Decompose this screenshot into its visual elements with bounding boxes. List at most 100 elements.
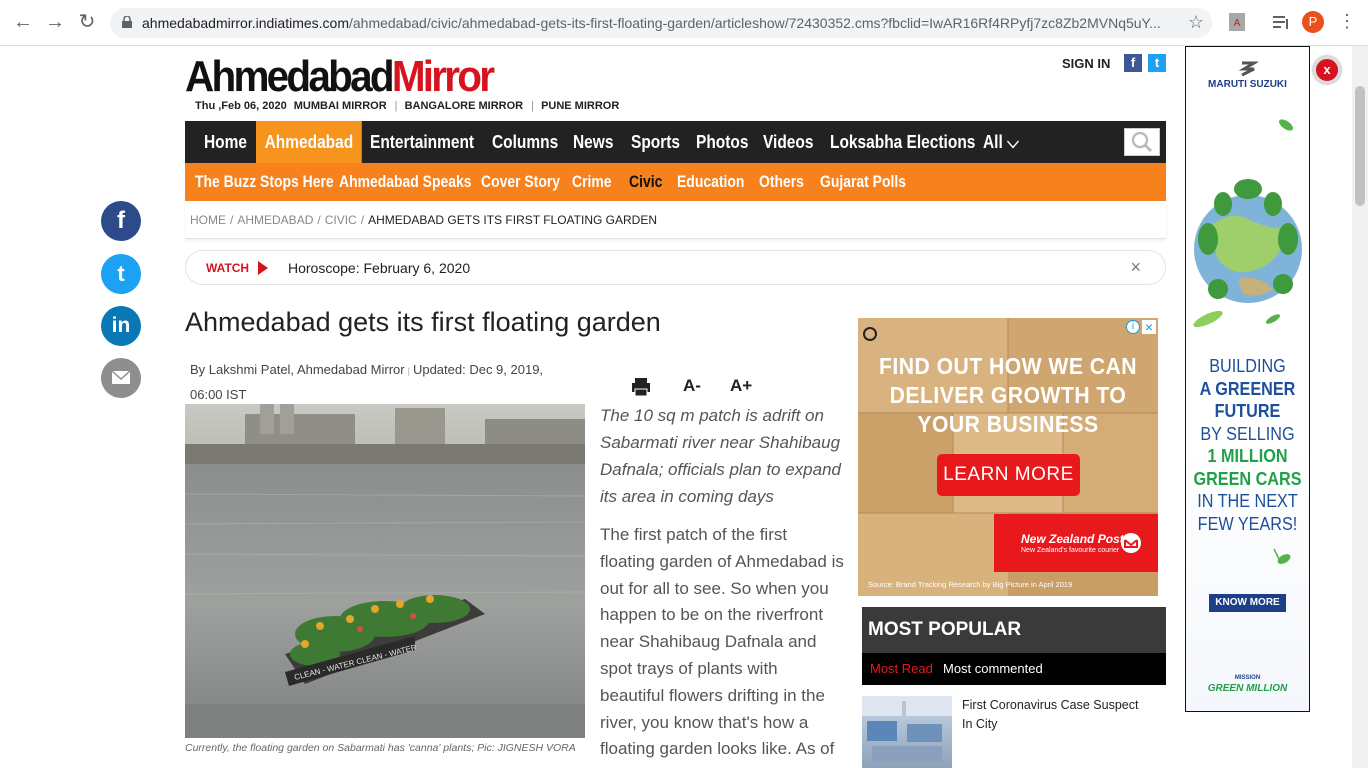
url-text: ahmedabadmirror.indiatimes.com/ahmedabad…: [142, 15, 1161, 31]
ad-copy-line-1: BUILDING: [1209, 356, 1286, 376]
kebab-menu-icon[interactable]: ⋮: [1338, 10, 1356, 32]
article-body: The first patch of the first floating ga…: [600, 525, 844, 759]
nav-entertainment[interactable]: Entertainment: [370, 121, 474, 163]
subnav-education[interactable]: Education: [677, 163, 744, 201]
lock-icon: [122, 16, 132, 28]
ad-copy-line-8: FEW YEARS!: [1197, 513, 1298, 534]
twitter-icon[interactable]: t: [1148, 54, 1166, 72]
reload-icon[interactable]: ↻: [76, 11, 98, 33]
subnav-civic[interactable]: Civic: [629, 163, 662, 201]
subnav-ahmedabad-speaks[interactable]: Ahmedabad Speaks: [339, 163, 471, 201]
nav-loksabha-elections[interactable]: Loksabha Elections: [830, 121, 975, 163]
browser-toolbar: ← → ↻ ahmedabadmirror.indiatimes.com/ahm…: [0, 0, 1368, 46]
search-icon: [1131, 131, 1153, 153]
nz-post-brand: New Zealand Post: [1021, 532, 1124, 546]
mission-label: MISSION: [1234, 675, 1261, 681]
search-button[interactable]: [1124, 128, 1160, 156]
nz-post-logo-icon: [1121, 533, 1141, 553]
know-more-button[interactable]: KNOW MORE: [1209, 594, 1286, 612]
web-page: AhmedabadMirror Thu ,Feb 06, 2020 MUMBAI…: [0, 46, 1368, 768]
suzuki-logo-icon: [1238, 61, 1258, 77]
most-popular-widget: MOST POPULAR Most Read Most commented: [862, 607, 1166, 685]
learn-more-button[interactable]: LEARN MORE: [937, 454, 1080, 496]
nav-ahmedabad[interactable]: Ahmedabad: [256, 121, 362, 163]
popular-item-thumbnail[interactable]: [862, 696, 952, 768]
profile-avatar[interactable]: P: [1302, 11, 1324, 33]
mission-green-million-logo: GREEN MILLION: [1207, 683, 1288, 694]
main-nav: Home Ahmedabad Entertainment Columns New…: [185, 121, 1166, 163]
scrollbar-thumb[interactable]: [1355, 86, 1365, 206]
nz-post-tagline: New Zealand's favourite courier: [1021, 547, 1120, 554]
tab-most-commented[interactable]: Most commented: [943, 661, 1043, 676]
sub-nav: The Buzz Stops Here Ahmedabad Speaks Cov…: [185, 163, 1166, 201]
article-headline: Ahmedabad gets its first floating garden: [185, 307, 661, 337]
subnav-crime[interactable]: Crime: [572, 163, 612, 201]
breadcrumb-civic[interactable]: CIVIC: [325, 213, 357, 227]
reading-list-icon[interactable]: [1270, 11, 1292, 33]
facebook-icon[interactable]: f: [1124, 54, 1142, 72]
most-popular-tabs: Most Read Most commented: [862, 653, 1166, 685]
print-icon[interactable]: [630, 376, 652, 398]
watch-bar: WATCH Horoscope: February 6, 2020 ×: [185, 250, 1166, 285]
ad-info-icon[interactable]: i: [1126, 320, 1140, 334]
page-scrollbar[interactable]: [1352, 46, 1368, 768]
edition-link-bangalore[interactable]: BANGALORE MIRROR: [405, 100, 524, 112]
globe-illustration: [1193, 119, 1302, 328]
nav-all[interactable]: All ⌵: [983, 121, 1019, 163]
subnav-gujarat-polls[interactable]: Gujarat Polls: [820, 163, 906, 201]
most-popular-title: MOST POPULAR: [868, 619, 1022, 640]
subnav-cover-story[interactable]: Cover Story: [481, 163, 560, 201]
nav-videos[interactable]: Videos: [763, 121, 813, 163]
article-photo: CLEAN - WATER CLEAN - WATER: [185, 404, 585, 738]
nav-photos[interactable]: Photos: [696, 121, 748, 163]
nav-home[interactable]: Home: [204, 121, 247, 163]
nav-sports[interactable]: Sports: [631, 121, 680, 163]
photo-caption: Currently, the floating garden on Sabarm…: [185, 742, 576, 754]
ad-copy-line-6: GREEN CARS: [1193, 468, 1302, 489]
ad-source: Source: Brand Tracking Research by Big P…: [868, 580, 1073, 589]
popular-item-link[interactable]: First Coronavirus Case Suspect In City: [962, 696, 1152, 734]
site-logo[interactable]: AhmedabadMirror: [185, 54, 495, 100]
nav-columns[interactable]: Columns: [492, 121, 558, 163]
byline: By Lakshmi Patel, Ahmedabad Mirror | Updat…: [190, 362, 544, 402]
ad-copy: BUILDING A GREENER FUTURE BY SELLING 1 M…: [1192, 355, 1303, 535]
ad-close-button[interactable]: x: [1313, 56, 1341, 84]
forward-icon[interactable]: →: [44, 11, 66, 33]
breadcrumb-current: AHMEDABAD GETS ITS FIRST FLOATING GARDEN: [368, 213, 657, 227]
edition-link-pune[interactable]: PUNE MIRROR: [541, 100, 619, 112]
play-icon: [258, 261, 268, 275]
breadcrumb: HOME / AHMEDABAD / CIVIC / AHMEDABAD GETS ITS …: [185, 201, 1166, 239]
maruti-suzuki-ad[interactable]: MARUTI SUZUKI BUILDING A GREENER FUTURE …: [1185, 46, 1310, 712]
svg-text:A: A: [1234, 18, 1241, 29]
ad-copy-line-5: 1 MILLION: [1207, 446, 1288, 466]
breadcrumb-home[interactable]: HOME: [190, 213, 226, 227]
subnav-buzz[interactable]: The Buzz Stops Here: [195, 163, 334, 201]
tab-most-read[interactable]: Most Read: [870, 661, 933, 676]
watch-video-link[interactable]: Horoscope: February 6, 2020: [288, 260, 470, 276]
font-increase-button[interactable]: A+: [730, 376, 752, 396]
ad-close-icon[interactable]: ×: [1142, 320, 1156, 334]
sign-in-link[interactable]: SIGN IN: [1062, 56, 1110, 71]
edition-link-mumbai[interactable]: MUMBAI MIRROR: [294, 100, 387, 112]
breadcrumb-ahmedabad[interactable]: AHMEDABAD: [237, 213, 313, 227]
share-email-button[interactable]: [101, 358, 141, 398]
ad-copy-line-4: BY SELLING: [1200, 423, 1295, 444]
subnav-others[interactable]: Others: [759, 163, 804, 201]
nz-post-ad[interactable]: i × FIND OUT HOW WE CAN DELIVER GROWTH T…: [858, 318, 1158, 596]
share-linkedin-button[interactable]: in: [101, 306, 141, 346]
nz-post-banner: New Zealand Post New Zealand's favourite…: [994, 514, 1158, 572]
font-decrease-button[interactable]: A-: [683, 376, 701, 396]
share-facebook-button[interactable]: f: [101, 201, 141, 241]
address-bar[interactable]: ahmedabadmirror.indiatimes.com/ahmedabad…: [110, 8, 1212, 38]
back-icon[interactable]: ←: [12, 11, 34, 33]
byline-author: By Lakshmi Patel, Ahmedabad Mirror: [190, 362, 405, 377]
watch-label: WATCH: [206, 261, 250, 275]
nav-news[interactable]: News: [573, 121, 613, 163]
ad-copy-line-7: IN THE NEXT: [1197, 491, 1298, 511]
header-date: Thu ,Feb 06, 2020: [195, 100, 287, 112]
close-icon[interactable]: ×: [1130, 257, 1141, 278]
pdf-extension-icon[interactable]: A: [1226, 11, 1248, 33]
star-icon[interactable]: ☆: [1188, 12, 1204, 33]
share-twitter-button[interactable]: t: [101, 254, 141, 294]
article-summary: The 10 sq m patch is adrift on Sabarmati…: [600, 406, 841, 506]
